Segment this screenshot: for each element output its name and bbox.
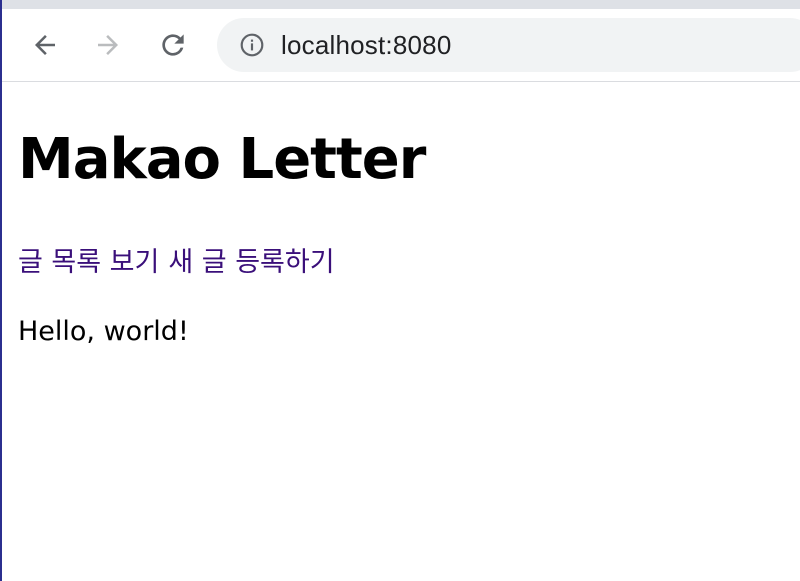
info-circle-icon[interactable] [239,32,265,58]
greeting-message: Hello, world! [18,316,189,347]
arrow-left-icon [35,35,55,55]
reload-button[interactable] [155,27,191,63]
new-post-link[interactable]: 새 글 등록하기 [168,247,334,278]
page-nav: 글 목록 보기 새 글 등록하기 [18,243,335,283]
browser-window: localhost:8080 Makao Letter 글 목록 보기 새 글 등… [0,0,800,581]
window-edge [0,0,2,581]
page-title: Makao Letter [18,127,426,192]
url-text[interactable]: localhost:8080 [281,30,451,61]
back-button[interactable] [27,27,63,63]
browser-toolbar: localhost:8080 [0,9,800,82]
post-list-link[interactable]: 글 목록 보기 [18,247,159,278]
arrow-right-icon [98,35,118,55]
forward-button[interactable] [90,27,126,63]
tab-strip [0,0,800,9]
reload-icon [162,34,184,56]
address-bar[interactable]: localhost:8080 [217,18,800,72]
